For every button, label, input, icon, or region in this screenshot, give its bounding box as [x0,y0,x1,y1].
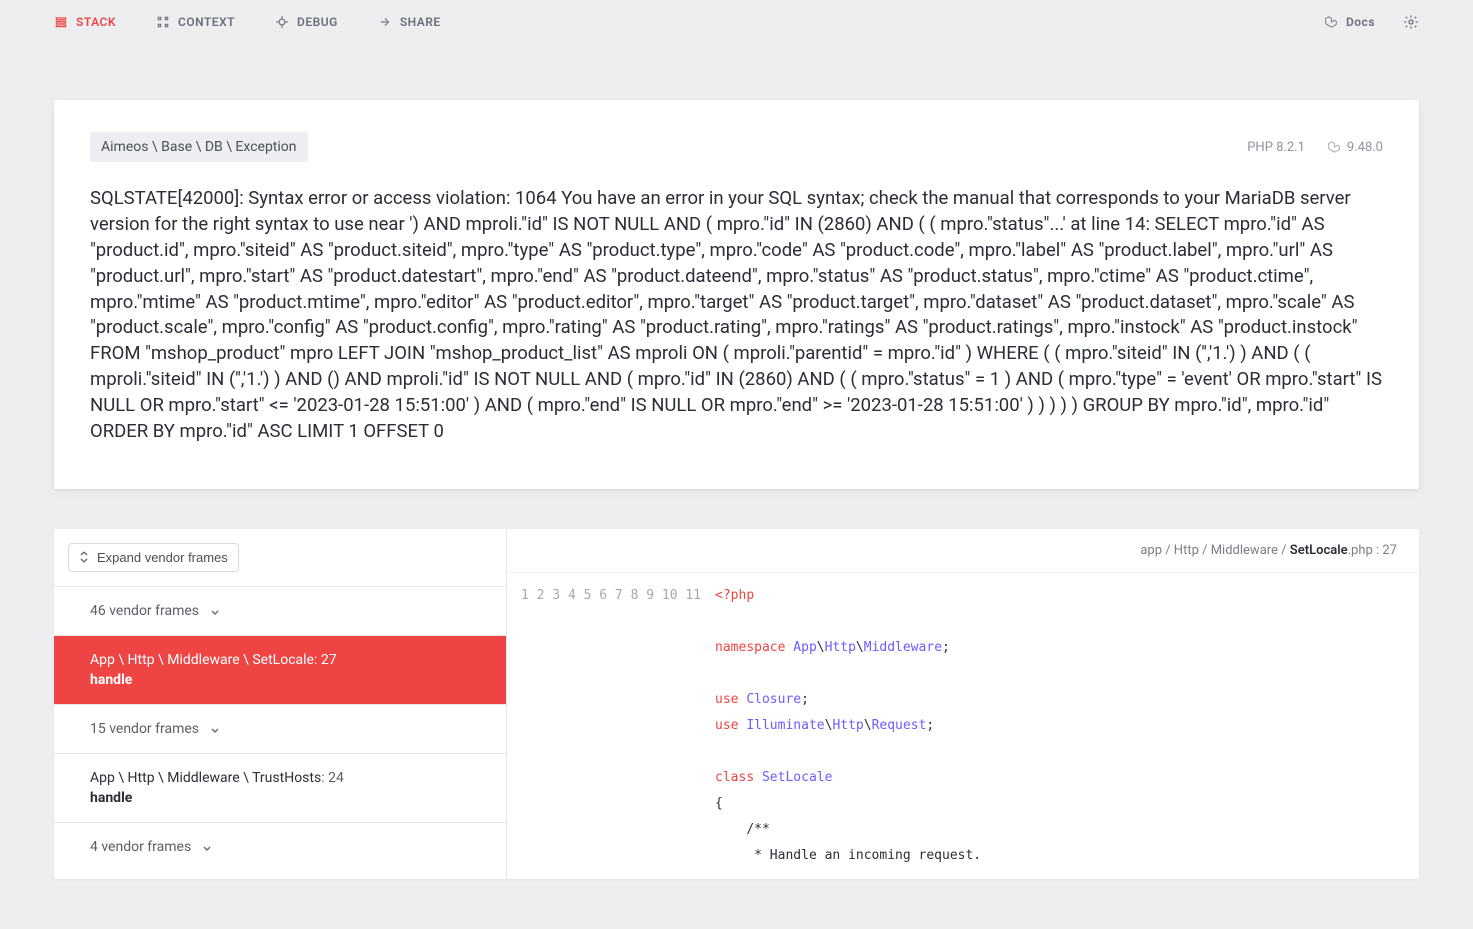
stack-frames-panel: Expand vendor frames 46 vendor frames Ap… [54,529,1419,879]
laravel-version: 9.48.0 [1327,140,1383,155]
error-message: SQLSTATE[42000]: Syntax error or access … [90,186,1383,445]
stack-frame[interactable]: App \ Http \ Middleware \ TrustHosts: 24… [54,754,506,823]
debug-icon [275,15,289,29]
gear-icon[interactable] [1403,14,1419,30]
nav-docs-label: Docs [1346,15,1375,29]
frame-function: handle [90,672,470,688]
nav-label: Share [400,15,441,29]
vendor-frame-label: 4 vendor frames [90,839,191,855]
chevron-down-icon [201,842,211,852]
frame-line: : 27 [314,652,337,668]
vendor-frame-label: 15 vendor frames [90,721,199,737]
nav-label: Context [178,15,235,29]
frame-class: App \ Http \ Middleware \ TrustHosts [90,770,321,786]
nav-label: Stack [76,15,116,29]
nav-docs[interactable]: Docs [1324,15,1375,29]
top-nav: Stack Context Debug Share [0,0,1473,44]
nav-label: Debug [297,15,338,29]
error-card: Aimeos \ Base \ DB \ Exception PHP 8.2.1… [54,100,1419,489]
context-icon [156,15,170,29]
nav-share[interactable]: Share [378,15,441,29]
frame-line: : 24 [321,770,344,786]
nav-context[interactable]: Context [156,15,235,29]
laravel-icon [1327,140,1341,154]
vendor-frame-group[interactable]: 46 vendor frames [54,587,506,636]
frame-function: handle [90,790,470,806]
vendor-frame-group[interactable]: 4 vendor frames [54,823,506,871]
stack-frame-active[interactable]: App \ Http \ Middleware \ SetLocale: 27 … [54,636,506,705]
file-path: app / Http / Middleware / SetLocale.php … [507,529,1419,573]
share-icon [378,15,392,29]
vendor-frame-label: 46 vendor frames [90,603,199,619]
frames-list: Expand vendor frames 46 vendor frames Ap… [54,529,507,879]
nav-debug[interactable]: Debug [275,15,338,29]
stack-icon [54,15,68,29]
expand-label: Expand vendor frames [97,550,228,565]
vendor-frame-group[interactable]: 15 vendor frames [54,705,506,754]
source-code: <?php namespace App\Http\Middleware; use… [715,573,1419,879]
chevron-down-icon [209,606,219,616]
expand-vendor-frames-button[interactable]: Expand vendor frames [68,543,239,572]
line-numbers: 1 2 3 4 5 6 7 8 9 10 11 [507,573,715,879]
chevron-down-icon [209,724,219,734]
laravel-icon [1324,15,1338,29]
exception-class-breadcrumb: Aimeos \ Base \ DB \ Exception [90,132,308,162]
expand-icon [79,551,89,563]
frame-class: App \ Http \ Middleware \ SetLocale [90,652,314,668]
nav-stack[interactable]: Stack [54,15,116,29]
php-version: PHP 8.2.1 [1247,140,1305,155]
code-viewer: app / Http / Middleware / SetLocale.php … [507,529,1419,879]
